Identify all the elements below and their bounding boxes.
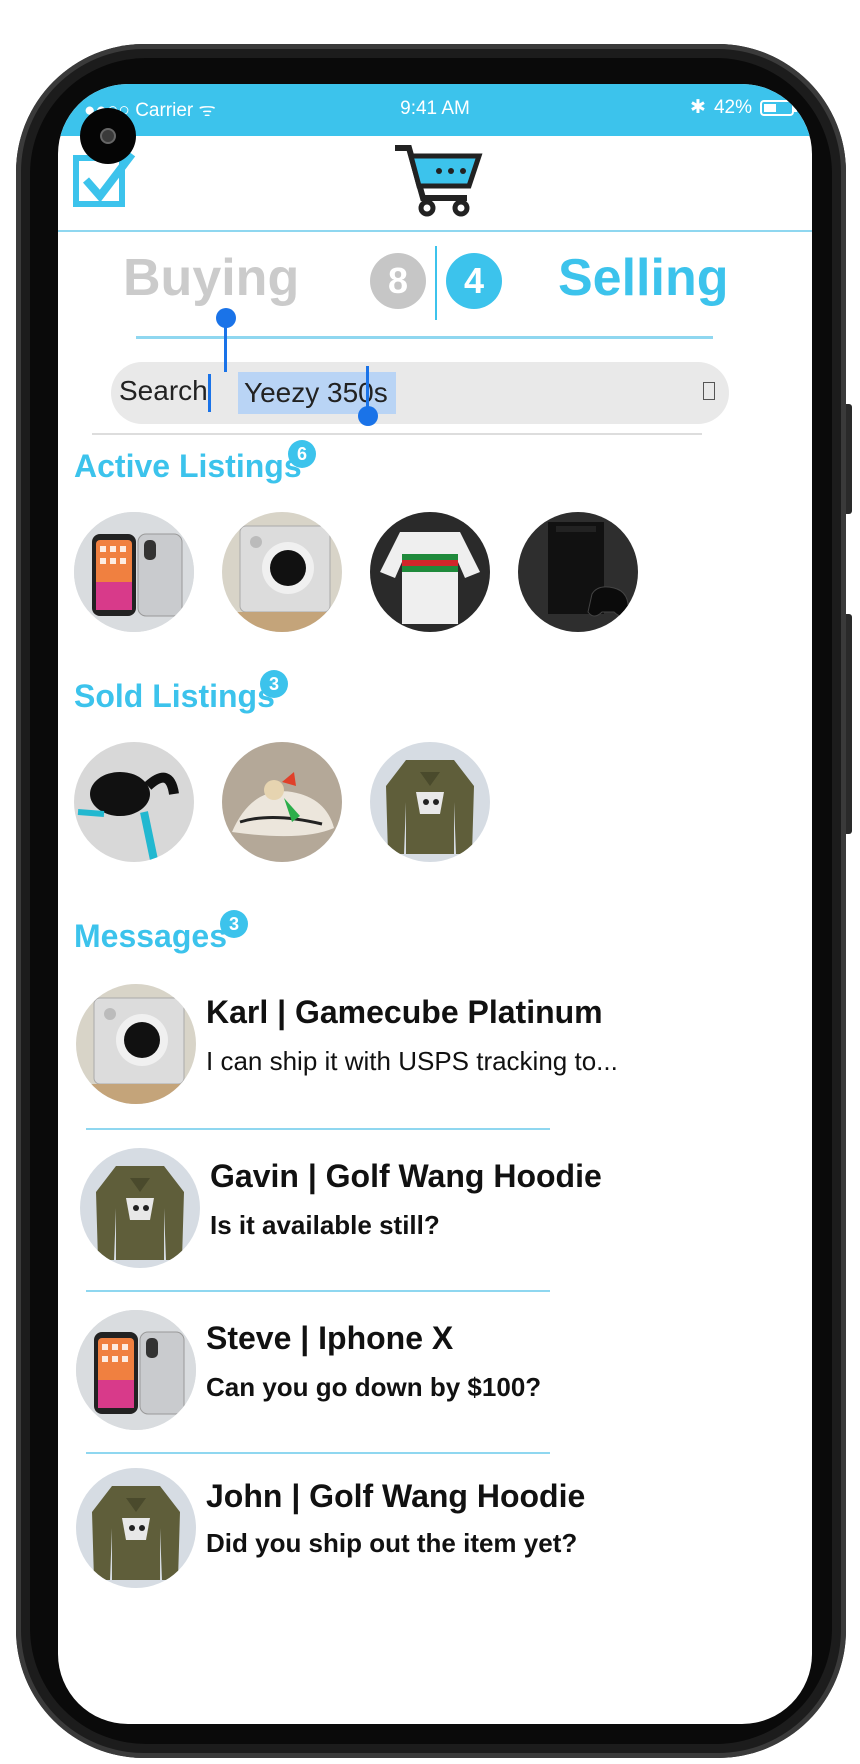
header-divider — [58, 230, 812, 232]
bluetooth-icon: ✱ — [690, 97, 706, 118]
message-avatar-karl[interactable] — [76, 984, 196, 1104]
sold-listings-title: Sold Listings — [74, 678, 275, 714]
message-preview[interactable]: Can you go down by $100? — [206, 1372, 541, 1403]
active-listings-count: 6 — [288, 440, 316, 468]
selling-count-badge: 4 — [446, 253, 502, 309]
message-name[interactable]: Gavin | Golf Wang Hoodie — [210, 1158, 602, 1195]
search-bar[interactable]: Search Yeezy 350s — [111, 362, 729, 424]
listing-iphone-x[interactable] — [74, 512, 194, 632]
front-camera — [80, 108, 136, 164]
tab-selling[interactable]: Selling — [558, 248, 728, 308]
message-preview[interactable]: Did you ship out the item yet? — [206, 1528, 577, 1559]
message-name[interactable]: John | Golf Wang Hoodie — [206, 1478, 585, 1515]
selection-start-line — [224, 324, 227, 372]
battery-indicator: ✱ 42% — [690, 96, 797, 119]
buying-count-badge: 8 — [370, 253, 426, 309]
search-caret — [208, 374, 211, 412]
message-avatar-john[interactable] — [76, 1468, 196, 1588]
shopping-cart-icon[interactable] — [393, 142, 483, 223]
active-listings-title: Active Listings — [74, 448, 302, 484]
search-icon[interactable] — [703, 382, 715, 400]
sold-earbuds[interactable] — [74, 742, 194, 862]
tab-buying[interactable]: Buying — [123, 248, 299, 308]
tab-underline — [136, 336, 713, 339]
status-bar: ●●○○ Carrier ᯤ 9:41 AM ✱ 42% — [58, 84, 812, 136]
battery-percent: 42% — [713, 96, 752, 118]
sold-listings-count: 3 — [260, 670, 288, 698]
volume-button — [846, 404, 852, 514]
power-button — [846, 614, 852, 834]
message-divider — [86, 1452, 550, 1454]
search-divider — [92, 433, 702, 435]
message-avatar-gavin[interactable] — [80, 1148, 200, 1268]
message-divider — [86, 1128, 550, 1130]
message-divider — [86, 1290, 550, 1292]
messages-title: Messages — [74, 918, 227, 954]
sold-hoodie[interactable] — [370, 742, 490, 862]
message-preview[interactable]: I can ship it with USPS tracking to... — [206, 1046, 618, 1077]
selection-end-handle[interactable] — [358, 406, 378, 426]
listing-gamecube[interactable] — [222, 512, 342, 632]
message-name[interactable]: Steve | Iphone X — [206, 1320, 453, 1357]
tab-divider — [435, 246, 437, 320]
listing-sweater[interactable] — [370, 512, 490, 632]
message-name[interactable]: Karl | Gamecube Platinum — [206, 994, 603, 1031]
battery-icon — [760, 99, 797, 116]
app-screen: ●●○○ Carrier ᯤ 9:41 AM ✱ 42% Buying 8 4 … — [58, 84, 812, 1724]
message-avatar-steve[interactable] — [76, 1310, 196, 1430]
listing-xbox[interactable] — [518, 512, 638, 632]
message-preview[interactable]: Is it available still? — [210, 1210, 440, 1241]
search-label: Search — [119, 375, 208, 406]
sold-yeezy[interactable] — [222, 742, 342, 862]
messages-count: 3 — [220, 910, 248, 938]
